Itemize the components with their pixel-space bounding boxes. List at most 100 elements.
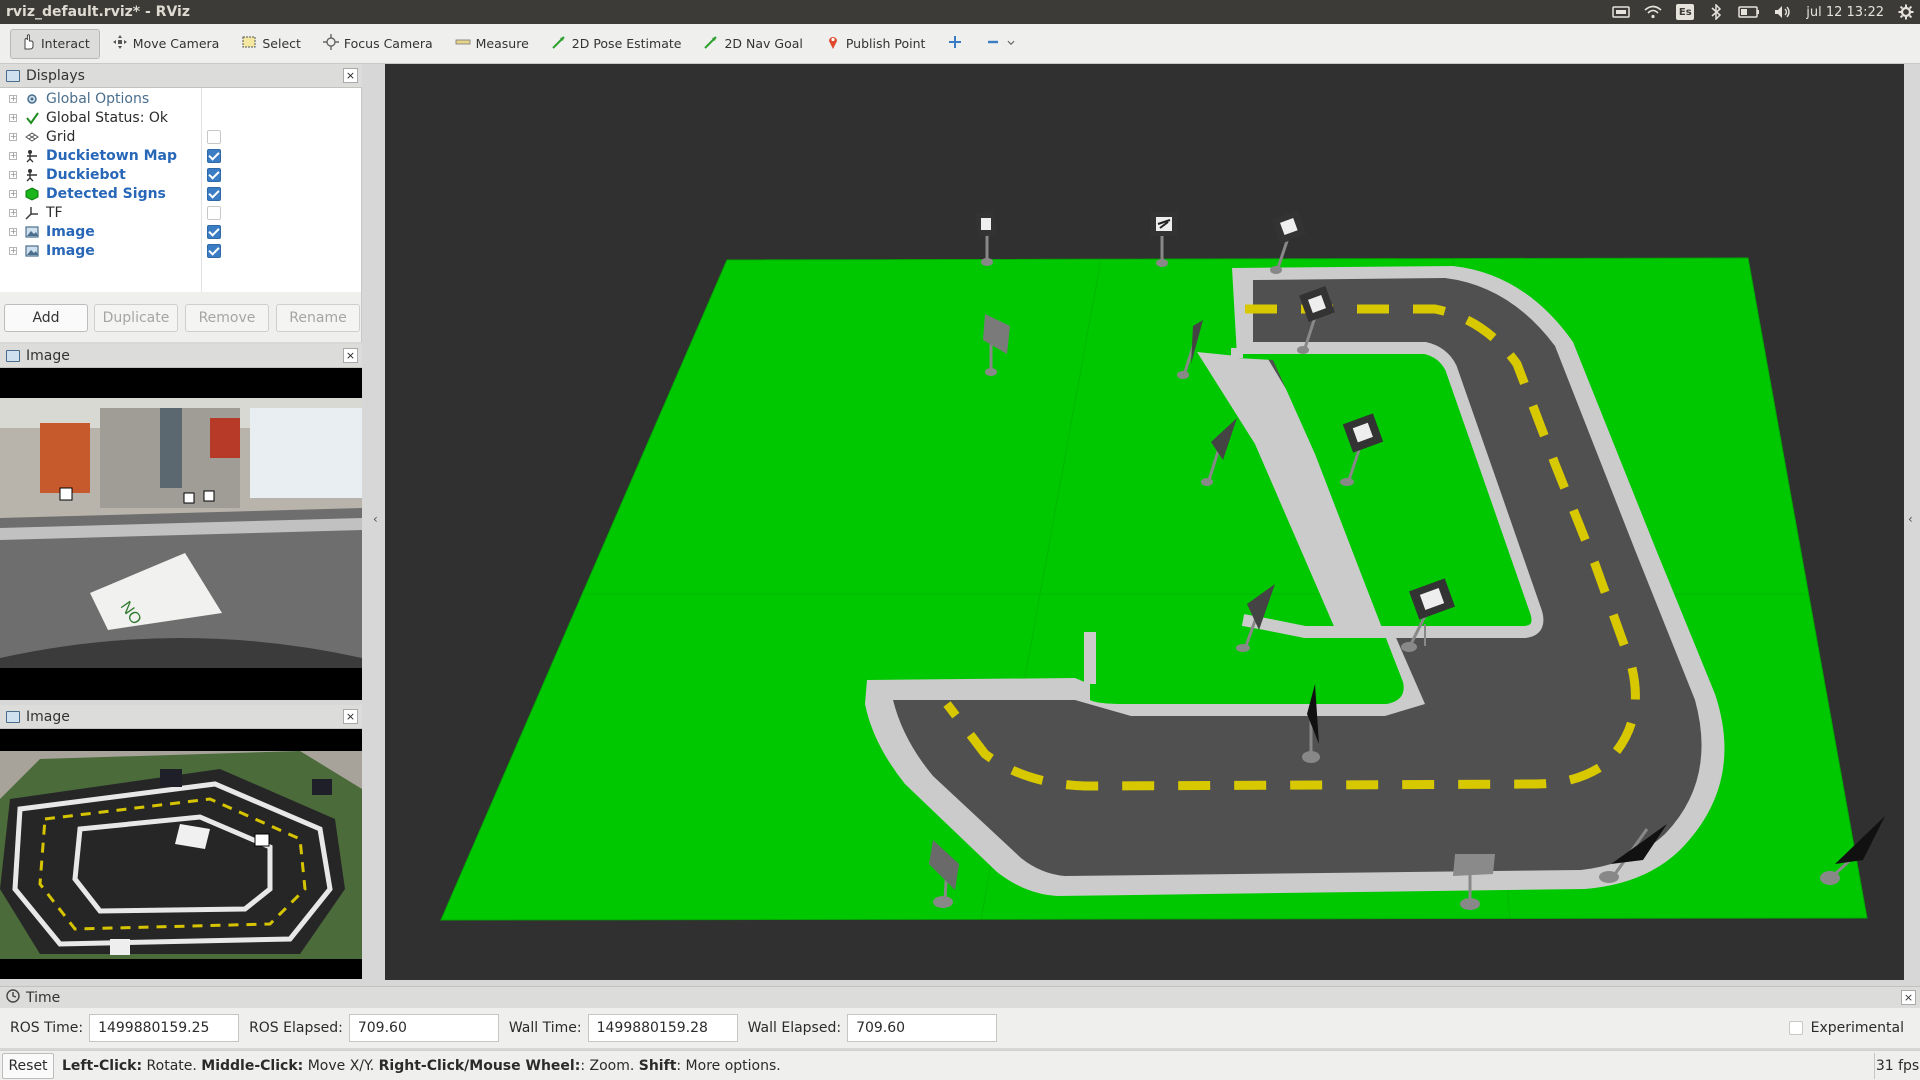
expand-toggle[interactable]: + [9,208,17,217]
display-enabled-checkbox[interactable] [207,243,221,258]
hand-icon [20,34,36,53]
remove-display-button[interactable]: Remove [185,304,269,332]
image-panel-2-title: Image [26,708,70,725]
expand-toggle[interactable]: + [9,94,17,103]
display-icon[interactable] [1612,3,1631,21]
volume-icon[interactable] [1774,3,1792,21]
select-tool-button[interactable]: Select [231,29,311,59]
tf-axes-icon [24,205,39,220]
display-item-duckietown-map[interactable]: + Duckietown Map [0,146,360,165]
publish-point-icon [825,34,841,53]
interact-tool-button[interactable]: Interact [10,28,100,59]
display-item-label: Grid [46,128,76,145]
display-enabled-checkbox[interactable] [207,224,221,239]
display-item-image-2[interactable]: + Image [0,241,360,260]
display-item-global-options[interactable]: + Global Options [0,89,360,108]
mouse-help-text: Left-Click: Rotate. Middle-Click: Move X… [62,1058,781,1074]
focus-camera-tool-button[interactable]: Focus Camera [313,29,443,59]
2d-pose-estimate-tool-button[interactable]: 2D Pose Estimate [541,29,692,59]
display-item-label: Duckietown Map [46,147,177,164]
ros-elapsed-label: ROS Elapsed: [249,1020,343,1036]
add-tool-button[interactable] [937,29,973,59]
help-right-action: : Zoom. [580,1057,639,1074]
add-display-button[interactable]: Add [4,304,88,332]
display-item-label: Image [46,242,95,259]
experimental-label: Experimental [1810,1020,1904,1036]
display-item-label: Global Status: Ok [46,109,169,126]
measure-tool-button[interactable]: Measure [445,29,539,59]
keyboard-layout-indicator[interactable]: Es [1676,4,1695,20]
expand-toggle[interactable]: + [9,170,17,179]
duplicate-display-button[interactable]: Duplicate [94,304,178,332]
bluetooth-icon[interactable] [1708,3,1724,21]
time-panel-title: Time [26,989,61,1006]
select-icon [241,34,257,53]
help-left-action: Rotate. [142,1057,202,1074]
expand-toggle[interactable]: + [9,132,17,141]
image-icon [24,243,39,258]
settings-gear-icon[interactable] [1898,3,1914,21]
remove-tool-dropdown[interactable] [975,29,1026,59]
monitor-icon [6,69,20,82]
display-item-tf[interactable]: + TF [0,203,360,222]
help-left-click: Left-Click: [62,1057,143,1074]
interact-tool-label: Interact [41,36,90,51]
ros-time-label: ROS Time: [10,1020,84,1036]
select-tool-label: Select [262,36,301,51]
window-title: rviz_default.rviz* - RViz [6,4,190,20]
system-tray: Es jul 12 13:22 [1612,0,1914,24]
reset-button[interactable]: Reset [2,1052,54,1079]
help-shift-action: : More options. [676,1057,781,1074]
close-icon[interactable]: × [343,68,358,83]
display-item-label: TF [46,204,63,221]
focus-camera-tool-label: Focus Camera [343,36,433,51]
3d-render-view[interactable] [385,64,1904,980]
rename-display-button[interactable]: Rename [276,304,360,332]
publish-point-tool-button[interactable]: Publish Point [815,29,936,59]
camera-image-onboard: NO [0,368,362,700]
expand-toggle[interactable]: + [9,189,17,198]
experimental-toggle[interactable]: Experimental [1788,1020,1904,1036]
chevron-down-icon [1006,36,1016,51]
wifi-icon[interactable] [1644,3,1662,21]
expand-toggle[interactable]: + [9,113,17,122]
ros-time-field[interactable]: 1499880159.25 [89,1014,240,1042]
close-icon[interactable]: × [343,348,358,363]
help-right-click: Right-Click/Mouse Wheel: [378,1057,581,1074]
display-enabled-checkbox[interactable] [207,148,221,163]
display-item-detected-signs[interactable]: + Detected Signs [0,184,360,203]
ros-elapsed-field[interactable]: 709.60 [348,1014,499,1042]
right-splitter-arrow-icon[interactable]: ‹ [1908,512,1913,526]
wall-time-field[interactable]: 1499880159.28 [587,1014,738,1042]
display-enabled-checkbox[interactable] [207,129,221,144]
display-enabled-checkbox[interactable] [207,205,221,220]
time-panel: ROS Time: 1499880159.25 ROS Elapsed: 709… [0,1008,1920,1048]
display-item-grid[interactable]: + Grid [0,127,360,146]
help-shift: Shift [638,1057,677,1074]
time-panel-header: Time × [0,986,1920,1008]
expand-toggle[interactable]: + [9,246,17,255]
display-item-label: Image [46,223,95,240]
expand-toggle[interactable]: + [9,227,17,236]
2d-nav-goal-tool-button[interactable]: 2D Nav Goal [693,29,812,59]
publish-point-tool-label: Publish Point [845,36,926,51]
experimental-checkbox[interactable] [1788,1021,1803,1035]
move-camera-tool-button[interactable]: Move Camera [102,29,230,59]
expand-toggle[interactable]: + [9,151,17,160]
move-camera-icon [112,34,128,53]
close-icon[interactable]: × [343,709,358,724]
display-enabled-checkbox[interactable] [207,186,221,201]
monitor-icon [6,349,20,362]
display-item-global-status[interactable]: + Global Status: Ok [0,108,360,127]
nav-goal-icon [703,34,719,53]
display-item-duckiebot[interactable]: + Duckiebot [0,165,360,184]
displays-panel-title: Displays [26,67,85,84]
clock[interactable]: jul 12 13:22 [1806,3,1884,21]
image-icon [24,224,39,239]
left-splitter-arrow-icon[interactable]: ‹ [373,512,378,526]
close-icon[interactable]: × [1901,990,1916,1005]
display-item-image-1[interactable]: + Image [0,222,360,241]
display-enabled-checkbox[interactable] [207,167,221,182]
battery-icon[interactable] [1738,3,1760,21]
wall-elapsed-field[interactable]: 709.60 [847,1014,998,1042]
